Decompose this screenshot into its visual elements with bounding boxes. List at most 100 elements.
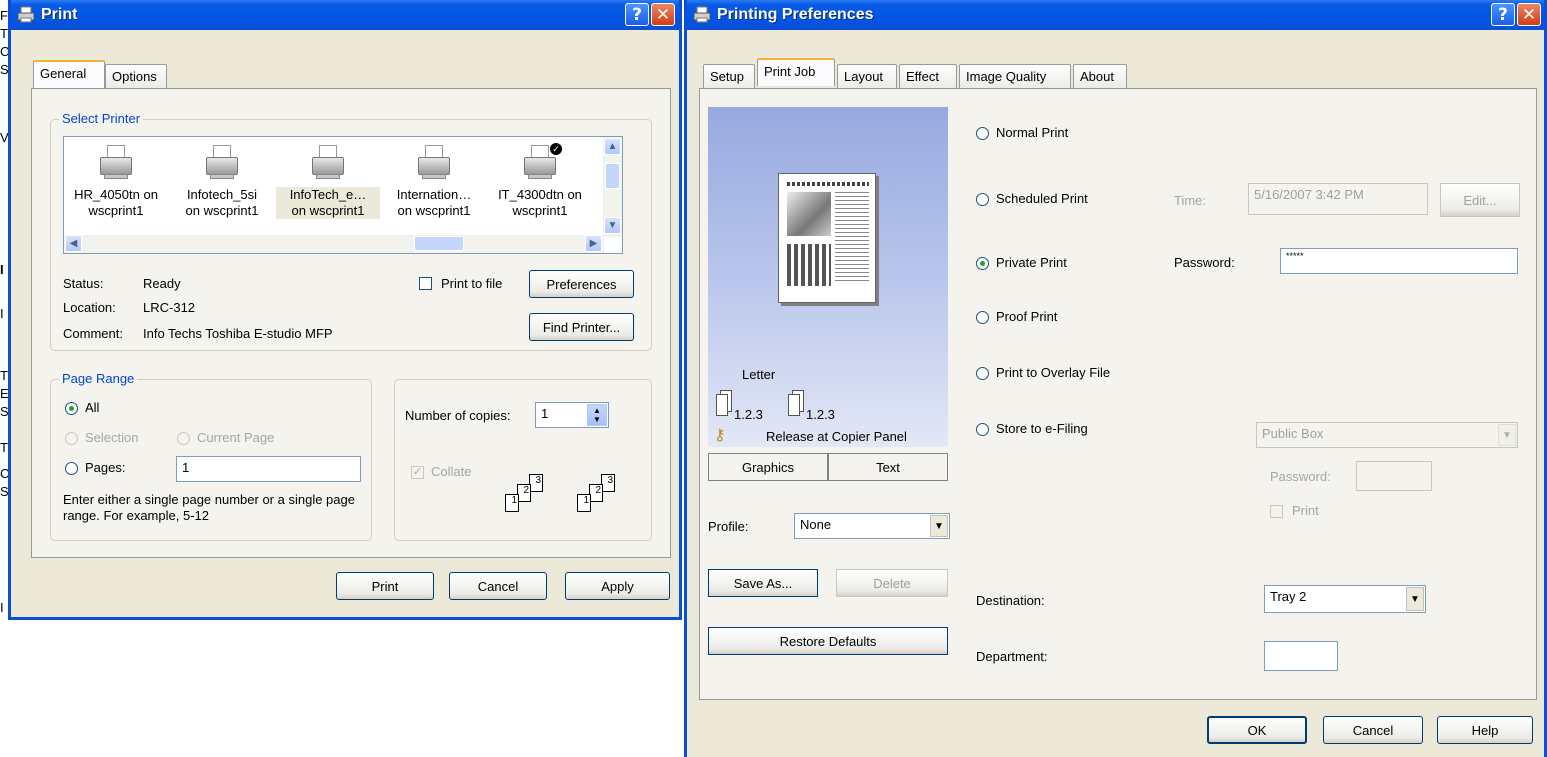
print-button[interactable]: Print bbox=[336, 572, 434, 600]
page-preview-icon bbox=[778, 173, 876, 303]
password-input[interactable]: ***** bbox=[1280, 248, 1518, 274]
default-check-icon: ✓ bbox=[550, 143, 562, 155]
horizontal-scrollbar[interactable]: ◀ ▶ bbox=[64, 235, 604, 253]
print-to-file-checkbox[interactable] bbox=[419, 277, 432, 290]
bg-glyph: I bbox=[0, 306, 4, 321]
preferences-button[interactable]: Preferences bbox=[529, 270, 634, 298]
e-filing-radio[interactable] bbox=[976, 423, 989, 436]
printer-icon bbox=[202, 143, 242, 183]
pages-radio[interactable] bbox=[65, 462, 78, 475]
time-input[interactable]: 5/16/2007 3:42 PM bbox=[1248, 183, 1428, 215]
tab-layout[interactable]: Layout bbox=[837, 64, 897, 88]
private-print-radio[interactable] bbox=[976, 257, 989, 270]
destination-label: Destination: bbox=[976, 593, 1045, 608]
printer-icon bbox=[414, 143, 454, 183]
printer-icon: ✓ bbox=[520, 143, 562, 183]
selection-radio[interactable] bbox=[65, 432, 78, 445]
ok-button[interactable]: OK bbox=[1207, 716, 1307, 744]
graphics-view-button[interactable]: Graphics bbox=[708, 453, 828, 481]
all-radio[interactable] bbox=[65, 402, 78, 415]
scroll-right-icon[interactable]: ▶ bbox=[585, 235, 602, 252]
printer-item[interactable]: ✓ IT_4300dtn on wscprint1 bbox=[488, 137, 592, 219]
copies-spinner-icon[interactable]: ▲ ▼ bbox=[587, 404, 607, 426]
printer-icon bbox=[96, 143, 136, 183]
proof-print-radio[interactable] bbox=[976, 311, 989, 324]
profile-value: None bbox=[800, 517, 832, 532]
save-as-button[interactable]: Save As... bbox=[708, 569, 818, 597]
tab-options[interactable]: Options bbox=[105, 64, 167, 88]
scheduled-print-radio[interactable] bbox=[976, 193, 989, 206]
printer-list[interactable]: HR_4050tn on wscprint1 Infotech_5si on w… bbox=[63, 136, 623, 254]
delete-button[interactable]: Delete bbox=[836, 569, 948, 597]
vertical-scrollbar[interactable]: ▲ ▼ bbox=[603, 137, 622, 237]
copies-label: Number of copies: bbox=[405, 408, 511, 423]
destination-value: Tray 2 bbox=[1270, 589, 1307, 604]
help-button[interactable]: ? bbox=[1491, 3, 1515, 26]
current-page-radio[interactable] bbox=[177, 432, 190, 445]
copies-input[interactable]: 1 ▲ ▼ bbox=[535, 402, 609, 428]
copy-stack-icon bbox=[716, 390, 734, 418]
tab-effect[interactable]: Effect bbox=[899, 64, 957, 88]
page-range-hint: Enter either a single page number or a s… bbox=[63, 492, 355, 523]
printer-item[interactable]: HR_4050tn on wscprint1 bbox=[64, 137, 168, 219]
box-value: Public Box bbox=[1262, 426, 1324, 441]
profile-dropdown[interactable]: None ▼ bbox=[794, 513, 950, 539]
scroll-down-icon[interactable]: ▼ bbox=[604, 217, 621, 234]
find-printer-button[interactable]: Find Printer... bbox=[529, 313, 634, 341]
restore-defaults-button[interactable]: Restore Defaults bbox=[708, 627, 948, 655]
overlay-file-label: Print to Overlay File bbox=[996, 365, 1111, 380]
tab-general[interactable]: General bbox=[33, 60, 105, 88]
overlay-file-radio[interactable] bbox=[976, 367, 989, 380]
location-value: LRC-312 bbox=[143, 300, 196, 315]
tab-about[interactable]: About bbox=[1073, 64, 1127, 88]
printer-item-selected[interactable]: InfoTech_e… on wscprint1 bbox=[276, 137, 380, 219]
scroll-thumb[interactable] bbox=[605, 163, 620, 189]
proof-print-label: Proof Print bbox=[996, 309, 1058, 324]
e-filing-label: Store to e-Filing bbox=[996, 421, 1088, 436]
cancel-button[interactable]: Cancel bbox=[449, 572, 547, 600]
printer-host: wscprint1 bbox=[88, 203, 144, 218]
close-button[interactable]: ✕ bbox=[1517, 3, 1541, 26]
edit-time-button[interactable]: Edit... bbox=[1440, 183, 1520, 217]
profile-label: Profile: bbox=[708, 519, 749, 534]
apply-button[interactable]: Apply bbox=[565, 572, 670, 600]
box-password-input[interactable] bbox=[1356, 461, 1432, 491]
scroll-up-icon[interactable]: ▲ bbox=[604, 138, 621, 155]
password-label: Password: bbox=[1174, 255, 1235, 270]
printer-icon bbox=[308, 143, 348, 183]
normal-print-radio[interactable] bbox=[976, 127, 989, 140]
department-input[interactable] bbox=[1264, 641, 1338, 671]
chevron-down-icon[interactable]: ▼ bbox=[1498, 424, 1516, 446]
chevron-down-icon[interactable]: ▼ bbox=[1406, 587, 1424, 611]
general-tab-pane: Select Printer HR_4050tn on wscprint1 In… bbox=[31, 88, 671, 558]
tab-print-job[interactable]: Print Job bbox=[757, 58, 835, 86]
scroll-thumb[interactable] bbox=[414, 236, 464, 251]
printer-name: HR_4050tn on bbox=[74, 187, 158, 202]
chevron-down-icon[interactable]: ▼ bbox=[930, 515, 948, 537]
printer-name: Infotech_5si bbox=[186, 187, 258, 202]
pages-input[interactable]: 1 bbox=[176, 456, 361, 482]
text-view-button[interactable]: Text bbox=[828, 453, 948, 481]
help-text-button[interactable]: Help bbox=[1437, 716, 1533, 744]
selection-label: Selection bbox=[85, 430, 139, 445]
copies-value: 1 bbox=[541, 406, 549, 421]
close-button[interactable]: ✕ bbox=[651, 3, 675, 26]
preferences-titlebar[interactable]: Printing Preferences bbox=[687, 0, 1544, 30]
printer-icon bbox=[17, 6, 35, 23]
status-label: Status: bbox=[63, 276, 104, 291]
tab-setup[interactable]: Setup bbox=[703, 64, 755, 88]
printer-item[interactable]: Infotech_5si on wscprint1 bbox=[170, 137, 274, 219]
box-dropdown[interactable]: Public Box ▼ bbox=[1256, 422, 1518, 448]
destination-dropdown[interactable]: Tray 2 ▼ bbox=[1264, 585, 1426, 613]
box-print-checkbox[interactable] bbox=[1270, 505, 1283, 518]
print-dialog-titlebar[interactable]: Print bbox=[11, 0, 679, 30]
collate-checkbox[interactable]: ✓ bbox=[411, 466, 424, 479]
status-value: Ready bbox=[143, 276, 181, 291]
printer-item[interactable]: Internation… on wscprint1 bbox=[382, 137, 486, 219]
page-icon: 1 bbox=[577, 494, 591, 512]
help-button[interactable]: ? bbox=[625, 3, 649, 26]
tab-image-quality[interactable]: Image Quality bbox=[959, 64, 1071, 88]
scroll-left-icon[interactable]: ◀ bbox=[65, 235, 82, 252]
cancel-button[interactable]: Cancel bbox=[1323, 716, 1423, 744]
pages-label: Pages: bbox=[85, 460, 126, 475]
